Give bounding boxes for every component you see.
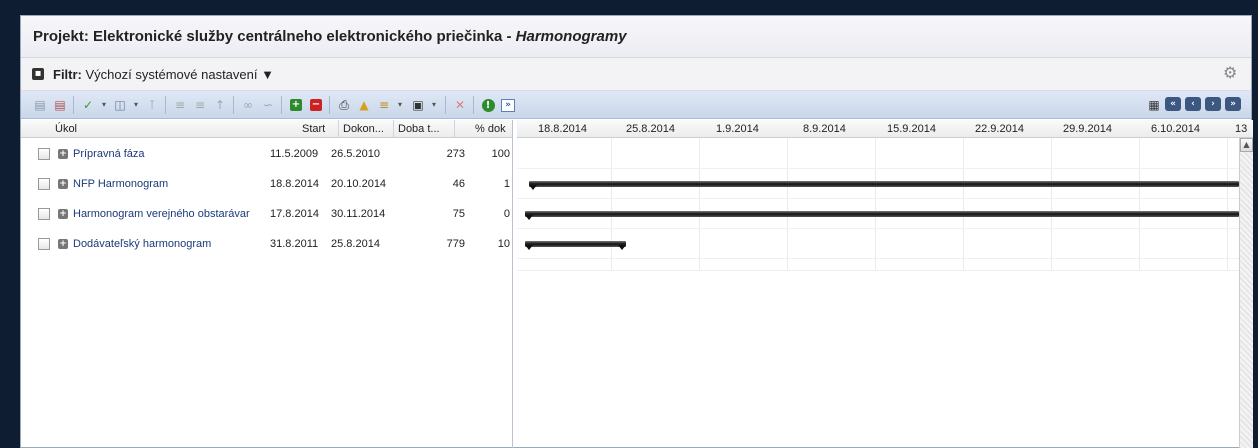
bar-start-marker bbox=[525, 215, 533, 220]
task-percent: 100 bbox=[491, 148, 510, 160]
lock-icon[interactable]: ▲ bbox=[355, 96, 373, 114]
remove-icon[interactable]: − bbox=[307, 96, 325, 114]
tree-icon[interactable]: ⊺ bbox=[143, 96, 161, 114]
gantt-timeline-header: 18.8.2014 25.8.2014 1.9.2014 8.9.2014 15… bbox=[517, 120, 1253, 138]
gantt-task-bar[interactable] bbox=[529, 181, 1239, 190]
task-duration: 46 bbox=[452, 178, 465, 190]
row-checkbox[interactable] bbox=[38, 208, 50, 220]
gantt-task-bar[interactable] bbox=[525, 241, 627, 250]
filter-dropdown-icon[interactable]: ▾ bbox=[391, 96, 409, 114]
bar-start-marker bbox=[525, 245, 533, 250]
task-name[interactable]: Harmonogram verejného obstarávar bbox=[73, 208, 269, 220]
timeline-week: 29.9.2014 bbox=[1063, 123, 1112, 135]
grid-header: Úkol Start Dokon... Doba t... % dok bbox=[21, 120, 512, 138]
col-header-start[interactable]: Start bbox=[302, 123, 325, 135]
table-row[interactable]: + Prípravná fáza 11.5.2009 26.5.2010 273… bbox=[21, 140, 512, 170]
outdent-icon[interactable]: ≡ bbox=[191, 96, 209, 114]
gear-icon[interactable]: ⚙ bbox=[1223, 65, 1239, 81]
table-row[interactable]: + NFP Harmonogram 18.8.2014 20.10.2014 4… bbox=[21, 170, 512, 200]
expand-icon[interactable]: + bbox=[58, 149, 68, 159]
camera-dropdown-icon[interactable]: ▾ bbox=[425, 96, 443, 114]
unlink-icon[interactable]: ∽ bbox=[259, 96, 277, 114]
chevron-down-icon[interactable]: ▼ bbox=[261, 67, 274, 82]
nav-prev-button[interactable]: ‹ bbox=[1185, 97, 1201, 111]
expand-icon[interactable]: + bbox=[58, 209, 68, 219]
table-row[interactable]: + Dodávateľský harmonogram 31.8.2011 25.… bbox=[21, 230, 512, 260]
task-duration: 75 bbox=[452, 208, 465, 220]
task-duration: 273 bbox=[446, 148, 465, 160]
link-icon[interactable]: ∞ bbox=[239, 96, 257, 114]
task-percent: 1 bbox=[503, 178, 510, 190]
task-start: 11.5.2009 bbox=[270, 148, 319, 160]
timeline-week: 13 bbox=[1235, 123, 1248, 135]
gantt-scrollbar[interactable]: ▲ bbox=[1239, 138, 1253, 448]
title-bar: Projekt: Elektronické služby centrálneho… bbox=[21, 16, 1251, 58]
close-icon[interactable]: ✕ bbox=[451, 96, 469, 114]
row-checkbox[interactable] bbox=[38, 148, 50, 160]
toolbar: ▤ ▤ ✓ ▾ ◫ ▾ ⊺ ≡ ≡ ↑ ∞ ∽ + − ⎙ ▲ ≡ ▾ ▣ ▾ … bbox=[21, 91, 1251, 119]
task-percent: 0 bbox=[503, 208, 510, 220]
col-header-end[interactable]: Dokon... bbox=[343, 123, 384, 135]
col-header-percent[interactable]: % dok bbox=[475, 123, 506, 135]
bar-end-marker bbox=[618, 245, 627, 250]
task-end: 25.8.2014 bbox=[331, 238, 380, 250]
expand-icon[interactable]: + bbox=[58, 179, 68, 189]
filter-selector[interactable]: Filtr: Výchozí systémové nastavení ▼ bbox=[53, 67, 274, 82]
nav-first-button[interactable]: « bbox=[1165, 97, 1181, 111]
gantt-task-bar[interactable] bbox=[525, 211, 1239, 220]
up-icon[interactable]: ↑ bbox=[211, 96, 229, 114]
task-name[interactable]: Prípravná fáza bbox=[73, 148, 287, 160]
col-header-task[interactable]: Úkol bbox=[55, 123, 77, 135]
row-checkbox[interactable] bbox=[38, 238, 50, 250]
nav-next-button[interactable]: › bbox=[1205, 97, 1221, 111]
forward-icon[interactable]: » bbox=[499, 96, 517, 114]
nav-last-button[interactable]: » bbox=[1225, 97, 1241, 111]
timeline-week: 25.8.2014 bbox=[626, 123, 675, 135]
page-title: Projekt: Elektronické služby centrálneho… bbox=[33, 28, 627, 45]
save-as-icon[interactable]: ▤ bbox=[51, 96, 69, 114]
task-name[interactable]: NFP Harmonogram bbox=[73, 178, 287, 190]
timeline-week: 22.9.2014 bbox=[975, 123, 1024, 135]
task-duration: 779 bbox=[446, 238, 465, 250]
task-end: 26.5.2010 bbox=[331, 148, 380, 160]
filter-label: Filtr: bbox=[53, 67, 82, 82]
filter-value: Výchozí systémové nastavení bbox=[85, 67, 258, 82]
timeline-week: 1.9.2014 bbox=[716, 123, 759, 135]
bar-start-marker bbox=[529, 185, 538, 190]
task-start: 17.8.2014 bbox=[270, 208, 319, 220]
harmonogram-panel: Projekt: Elektronické služby centrálneho… bbox=[20, 15, 1253, 448]
filter-expand-icon[interactable]: ▪ bbox=[32, 68, 44, 80]
task-start: 18.8.2014 bbox=[270, 178, 319, 190]
scroll-up-icon[interactable]: ▲ bbox=[1240, 138, 1253, 152]
task-percent: 10 bbox=[497, 238, 510, 250]
task-end: 20.10.2014 bbox=[331, 178, 387, 190]
gantt-chart: 18.8.2014 25.8.2014 1.9.2014 8.9.2014 15… bbox=[517, 120, 1253, 448]
save-icon[interactable]: ▤ bbox=[31, 96, 49, 114]
task-name[interactable]: Dodávateľský harmonogram bbox=[73, 238, 287, 250]
filter-bar: ▪ Filtr: Výchozí systémové nastavení ▼ ⚙ bbox=[21, 58, 1251, 91]
timeline-week: 18.8.2014 bbox=[538, 123, 587, 135]
timeline-week: 15.9.2014 bbox=[887, 123, 936, 135]
task-start: 31.8.2011 bbox=[270, 238, 319, 250]
row-checkbox[interactable] bbox=[38, 178, 50, 190]
add-icon[interactable]: + bbox=[287, 96, 305, 114]
page-title-module: Harmonogramy bbox=[515, 28, 627, 45]
col-header-duration[interactable]: Doba t... bbox=[398, 123, 440, 135]
page-title-prefix: Projekt: Elektronické služby centrálneho… bbox=[33, 28, 516, 45]
warning-icon[interactable]: ! bbox=[479, 96, 497, 114]
task-grid: Úkol Start Dokon... Doba t... % dok + Pr… bbox=[21, 120, 513, 448]
indent-icon[interactable]: ≡ bbox=[171, 96, 189, 114]
print-icon[interactable]: ⎙ bbox=[335, 96, 353, 114]
calendar-icon[interactable]: ▦ bbox=[1145, 96, 1163, 114]
expand-icon[interactable]: + bbox=[58, 239, 68, 249]
timeline-week: 8.9.2014 bbox=[803, 123, 846, 135]
task-end: 30.11.2014 bbox=[331, 208, 386, 220]
table-row[interactable]: + Harmonogram verejného obstarávar 17.8.… bbox=[21, 200, 512, 230]
timeline-week: 6.10.2014 bbox=[1151, 123, 1200, 135]
